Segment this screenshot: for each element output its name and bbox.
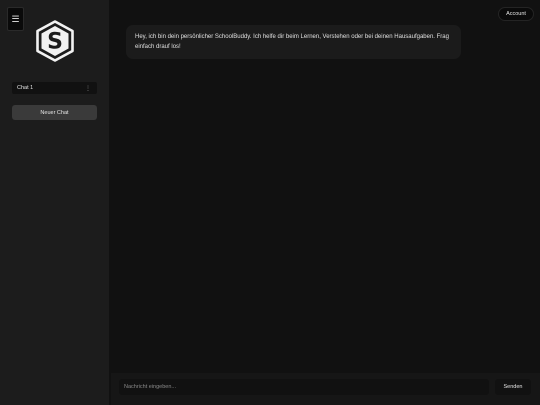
more-options-icon[interactable]: ⋮ bbox=[85, 85, 91, 92]
account-label: Account bbox=[506, 11, 526, 17]
send-button[interactable]: Senden bbox=[495, 379, 531, 395]
send-label: Senden bbox=[503, 384, 523, 390]
bot-message-bubble: Hey, ich bin dein persönlicher SchoolBud… bbox=[126, 25, 461, 59]
sidebar: ☰ S Chat 1 ⋮ Neuer Chat bbox=[0, 0, 109, 405]
chat-item-label: Chat 1 bbox=[17, 85, 34, 91]
menu-toggle-button[interactable]: ☰ bbox=[7, 7, 24, 31]
bot-message-text: Hey, ich bin dein persönlicher SchoolBud… bbox=[135, 34, 449, 50]
logo-letter: S bbox=[47, 30, 63, 55]
sidebar-item-chat-1[interactable]: Chat 1 ⋮ bbox=[12, 82, 97, 94]
hamburger-icon: ☰ bbox=[11, 13, 20, 24]
message-input[interactable] bbox=[119, 379, 489, 395]
schoolbuddy-logo-icon: S bbox=[36, 20, 74, 62]
app-window: ☰ S Chat 1 ⋮ Neuer Chat Account Hey, ich… bbox=[0, 0, 540, 405]
account-button[interactable]: Account bbox=[498, 7, 534, 21]
new-chat-label: Neuer Chat bbox=[40, 109, 69, 116]
new-chat-button[interactable]: Neuer Chat bbox=[12, 105, 97, 120]
